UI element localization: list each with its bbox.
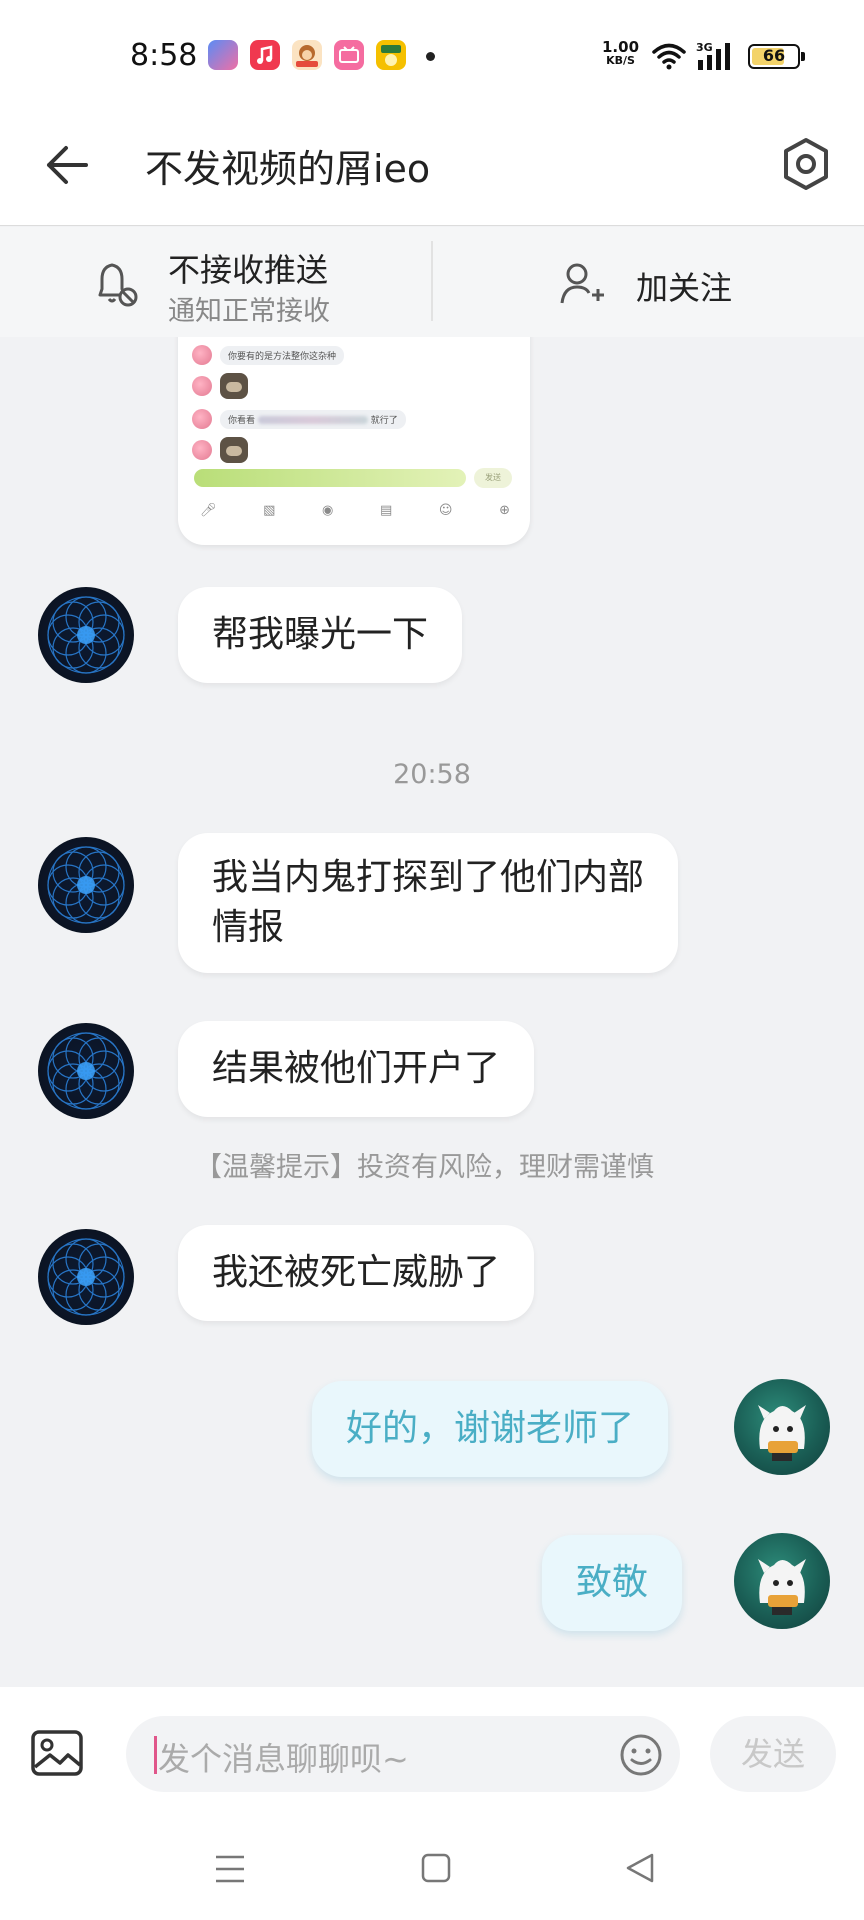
chat-options-bar: 不接收推送 通知正常接收 加关注 [0, 227, 864, 337]
yellow-app-icon [376, 40, 406, 70]
message-bubble-outgoing[interactable]: 致敬 [542, 1535, 683, 1631]
signal-icon: 3G [696, 40, 738, 76]
timestamp: 20:58 [393, 759, 471, 790]
divider [431, 241, 433, 321]
message-input-placeholder: 发个消息聊聊呗~ [158, 1740, 409, 1778]
warm-tip: 【温馨提示】投资有风险，理财需谨慎 [195, 1152, 654, 1183]
preview-line: 你要有的是方法整你这杂种 [220, 345, 345, 365]
back-arrow-icon[interactable] [44, 142, 90, 192]
sticker-image [220, 373, 248, 399]
sticker-image [220, 437, 248, 463]
send-button[interactable]: 发送 [710, 1716, 836, 1792]
app-icon-blue [208, 40, 238, 70]
wifi-icon [652, 42, 686, 74]
sender-avatar[interactable] [38, 1229, 134, 1325]
camera-icon: ◉ [322, 503, 334, 518]
preview-line: 你看看 [228, 415, 256, 426]
message-line: 我当内鬼打探到了他们内部 [212, 857, 645, 898]
music-icon [250, 40, 280, 70]
image-picker-icon[interactable] [30, 1729, 84, 1781]
status-time: 8:58 [130, 38, 198, 73]
battery-icon: 66 [748, 44, 805, 69]
message-bubble-outgoing[interactable]: 好的，谢谢老师了 [312, 1381, 669, 1477]
notification-dot [426, 52, 435, 61]
menu-icon[interactable] [214, 1854, 246, 1888]
chat-area[interactable]: 没事 你要有的是方法整你这杂种 你看看 就行了 发送 🎤︎ ▧ ◉ ▤ ☺ ⊕ [0, 337, 864, 1687]
push-title: 不接收推送 [168, 251, 329, 289]
sender-avatar[interactable] [38, 1023, 134, 1119]
mic-icon: 🎤︎ [200, 503, 217, 518]
message-line: 情报 [212, 907, 285, 948]
follow-label: 加关注 [636, 269, 733, 307]
plus-icon: ⊕ [499, 503, 510, 518]
bell-muted-icon[interactable] [92, 259, 140, 313]
image-icon: ▧ [263, 503, 276, 518]
push-subtitle: 通知正常接收 [168, 296, 330, 327]
back-triangle-icon[interactable] [624, 1852, 656, 1888]
sender-avatar[interactable] [38, 587, 134, 683]
emoji-icon[interactable] [618, 1732, 664, 1782]
preview-line: 就行了 [370, 415, 398, 426]
pink-app-icon [334, 40, 364, 70]
system-nav-bar [0, 1820, 864, 1920]
file-icon: ▤ [379, 503, 393, 518]
sender-avatar[interactable] [38, 837, 134, 933]
my-avatar[interactable] [734, 1379, 830, 1475]
message-bubble[interactable]: 帮我曝光一下 [178, 587, 463, 683]
shared-screenshot-image[interactable]: 没事 你要有的是方法整你这杂种 你看看 就行了 发送 🎤︎ ▧ ◉ ▤ ☺ ⊕ [178, 337, 530, 545]
net-speed: 1.00 KB/S [602, 40, 639, 68]
net-speed-unit: KB/S [606, 54, 635, 67]
text-caret [154, 1736, 157, 1774]
home-icon[interactable] [420, 1852, 452, 1888]
input-bar: 发个消息聊聊呗~ 发送 [0, 1687, 864, 1820]
message-bubble[interactable]: 我当内鬼打探到了他们内部 情报 [178, 833, 679, 973]
battery-level: 66 [762, 46, 786, 65]
chat-header: 不发视频的屑ieo [0, 112, 864, 226]
monkey-app-icon [292, 40, 322, 70]
preview-send-button: 发送 [474, 468, 512, 488]
message-bubble[interactable]: 结果被他们开户了 [178, 1021, 535, 1117]
chat-title: 不发视频的屑ieo [145, 147, 431, 191]
message-bubble[interactable]: 我还被死亡威胁了 [178, 1225, 535, 1321]
preview-toolbar: 🎤︎ ▧ ◉ ▤ ☺ ⊕ [200, 503, 510, 518]
add-user-icon [560, 261, 606, 311]
net-speed-value: 1.00 [602, 38, 640, 56]
svg-text:3G: 3G [696, 41, 713, 54]
preview-input-field [194, 469, 466, 487]
settings-hexagon-icon[interactable] [780, 136, 832, 196]
blurred-text [257, 416, 368, 424]
emoji-icon: ☺ [438, 503, 453, 518]
status-bar: 8:58 1.00 KB/S 3G 66 [0, 0, 864, 112]
my-avatar[interactable] [734, 1533, 830, 1629]
message-input[interactable]: 发个消息聊聊呗~ [126, 1716, 680, 1792]
